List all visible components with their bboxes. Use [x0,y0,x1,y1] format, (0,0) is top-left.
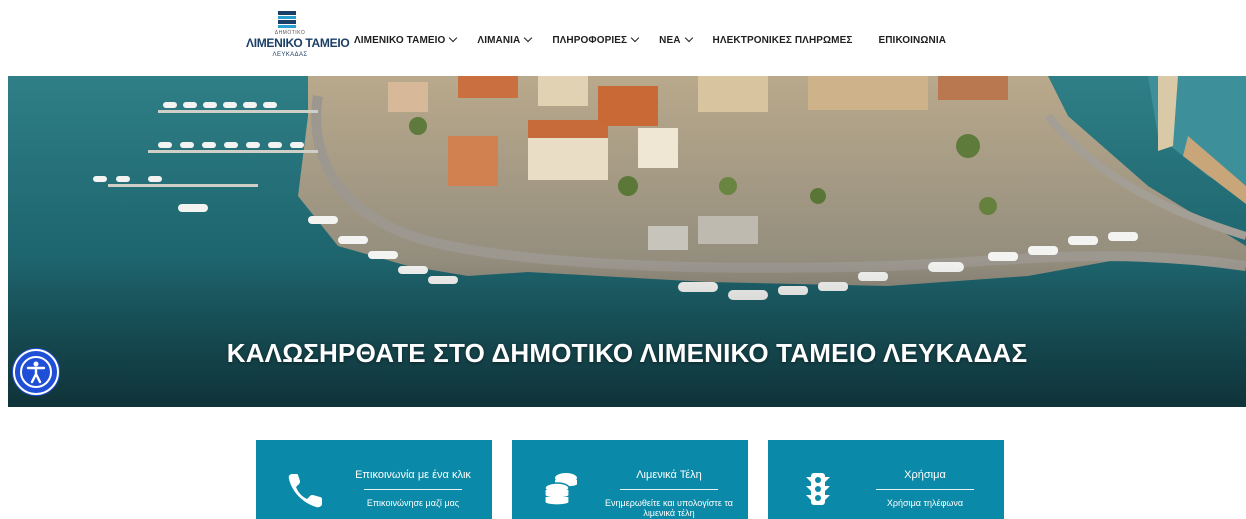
nav-item-label: ΠΛΗΡΟΦΟΡΙΕΣ [552,34,628,46]
card-useful[interactable]: Χρήσιμα Χρήσιμα τηλέφωνα [768,440,1004,519]
nav-item-label: ΝΕΑ [659,34,681,46]
traffic-light-icon [806,473,830,505]
card-text: Ενημερωθείτε και υπολογίστε τα λιμενικά … [605,498,733,518]
card-text: Επικοινώνησε μαζί μας [366,498,460,508]
coins-icon [544,473,577,506]
nav-item-epikoinonia[interactable]: ΕΠΙΚΟΙΝΩΝΙΑ [878,35,946,46]
chevron-down-icon [684,33,693,43]
nav-item-plirofories[interactable]: ΠΛΗΡΟΦΟΡΙΕΣ [552,33,640,46]
nav-item-label: ΛΙΜΑΝΙΑ [477,34,521,46]
hero-title: ΚΑΛΩΣΗΡΘΑΤΕ ΣΤΟ ΔΗΜΟΤΙΚΟ ΛΙΜΕΝΙΚΟ ΤΑΜΕΙΟ… [226,338,1028,368]
hero-banner: ΚΑΛΩΣΗΡΘΑΤΕ ΣΤΟ ΔΗΜΟΤΙΚΟ ΛΙΜΕΝΙΚΟ ΤΑΜΕΙΟ… [8,76,1246,407]
card-contact[interactable]: Επικοινωνία με ένα κλικ Επικοινώνησε μαζ… [256,440,492,519]
main-navigation: ΛΙΜΕΝΙΚΟ ΤΑΜΕΙΟ ΛΙΜΑΝΙΑ ΠΛΗΡΟΦΟΡΙΕΣ ΝΕΑ … [354,30,967,50]
card-title: Επικοινωνία με ένα κλικ [355,469,471,481]
nav-item-nea[interactable]: ΝΕΑ [659,33,693,46]
phone-icon [288,474,322,508]
card-text: Χρήσιμα τηλέφωνα [886,498,964,508]
site-header: ΔΗΜΟΤΙΚΟ ΛΙΜΕΝΙΚΟ ΤΑΜΕΙΟ ΛΕΥΚΑΔΑΣ ΛΙΜΕΝΙ… [0,0,1246,76]
logo-main-text: ΛΙΜΕΝΙΚΟ ΤΑΜΕΙΟ [246,36,350,50]
chevron-down-icon [630,33,640,43]
card-title: Χρήσιμα [904,469,946,481]
card-title: Λιμενικά Τέλη [636,469,702,481]
nav-item-ilektronikes-pliromes[interactable]: ΗΛΕΚΤΡΟΝΙΚΕΣ ΠΛΗΡΩΜΕΣ [713,35,853,46]
accessibility-button[interactable] [13,349,59,395]
nav-item-label: ΛΙΜΕΝΙΚΟ ΤΑΜΕΙΟ [354,34,446,46]
card-divider [364,489,462,490]
accessibility-icon [20,356,52,388]
site-logo[interactable]: ΔΗΜΟΤΙΚΟ ΛΙΜΕΝΙΚΟ ΤΑΜΕΙΟ ΛΕΥΚΑΔΑΣ [246,10,350,68]
chevron-down-icon [524,33,533,43]
nav-item-limania[interactable]: ΛΙΜΑΝΙΑ [477,33,533,46]
card-port-fees[interactable]: Λιμενικά Τέλη Ενημερωθείτε και υπολογίστ… [512,440,748,519]
logo-sub-text: ΛΕΥΚΑΔΑΣ [272,52,308,58]
nav-item-label: ΗΛΕΚΤΡΟΝΙΚΕΣ ΠΛΗΡΩΜΕΣ [712,34,853,46]
nav-item-label: ΕΠΙΚΟΙΝΩΝΙΑ [878,34,947,46]
lighthouse-logo-icon [278,11,296,28]
card-divider [620,489,718,490]
card-divider [876,489,974,490]
chevron-down-icon [449,33,458,43]
nav-item-limeniko-tameio[interactable]: ΛΙΜΕΝΙΚΟ ΤΑΜΕΙΟ [354,33,458,46]
